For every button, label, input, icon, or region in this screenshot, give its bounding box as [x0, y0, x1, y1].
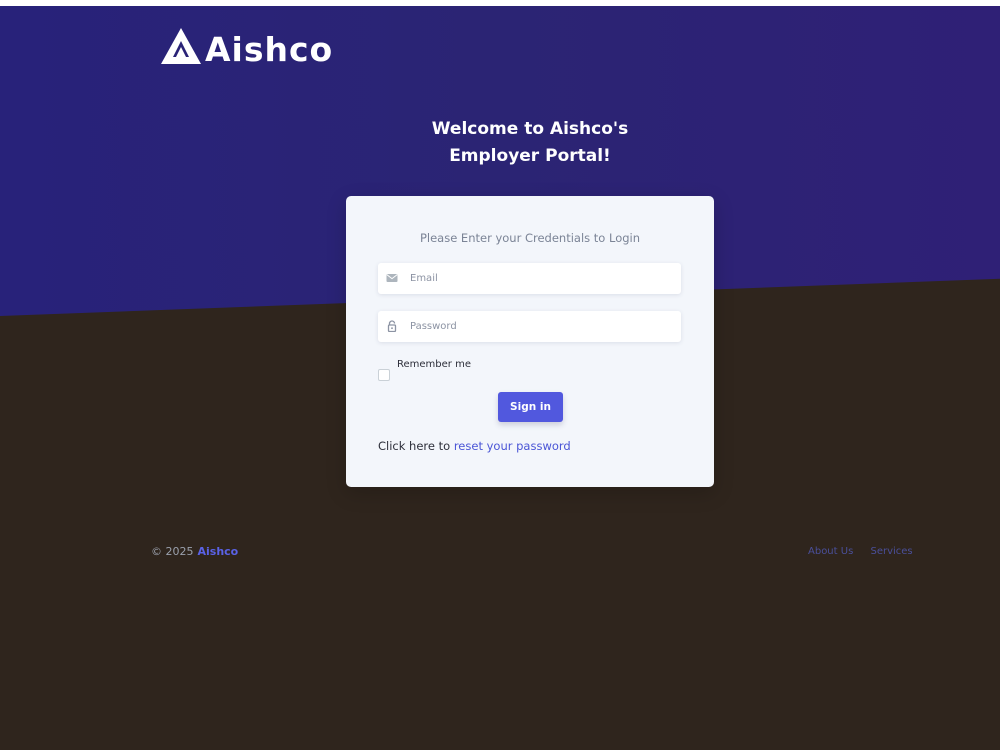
aishco-logo-icon [161, 27, 201, 64]
logo-text: Aishco [205, 30, 334, 69]
password-input[interactable] [410, 311, 670, 342]
remember-me-label[interactable]: Remember me [397, 359, 471, 370]
password-field-group [378, 311, 681, 342]
welcome-line-1: Welcome to Aishco's [431, 119, 629, 139]
top-strip [0, 0, 1000, 6]
copyright-text: © 2025 [151, 545, 194, 558]
footer-link-about-us[interactable]: About Us [808, 546, 853, 557]
brand-logo[interactable]: Aishco [159, 22, 333, 69]
page: Aishco Welcome to Aishco's Employer Port… [0, 0, 1000, 750]
sign-in-button[interactable]: Sign in [498, 392, 563, 422]
welcome-heading: Welcome to Aishco's Employer Portal! [330, 116, 730, 170]
lock-icon [387, 320, 397, 332]
envelope-icon [386, 274, 398, 282]
footer-links: About Us Services [808, 546, 913, 557]
login-card: Please Enter your Credentials to Login R… [346, 196, 714, 487]
reset-prefix: Click here to [378, 439, 454, 453]
reset-password-link[interactable]: reset your password [454, 439, 571, 453]
footer-copyright: © 2025 Aishco [151, 545, 238, 558]
email-field-group [378, 263, 681, 294]
login-subtitle: Please Enter your Credentials to Login [419, 231, 641, 245]
welcome-line-2: Employer Portal! [449, 146, 611, 166]
email-input[interactable] [410, 263, 670, 294]
reset-password-text: Click here to reset your password [378, 439, 571, 453]
footer-brand-link[interactable]: Aishco [198, 545, 239, 558]
footer-link-services[interactable]: Services [870, 546, 912, 557]
remember-me-checkbox[interactable] [378, 369, 390, 381]
